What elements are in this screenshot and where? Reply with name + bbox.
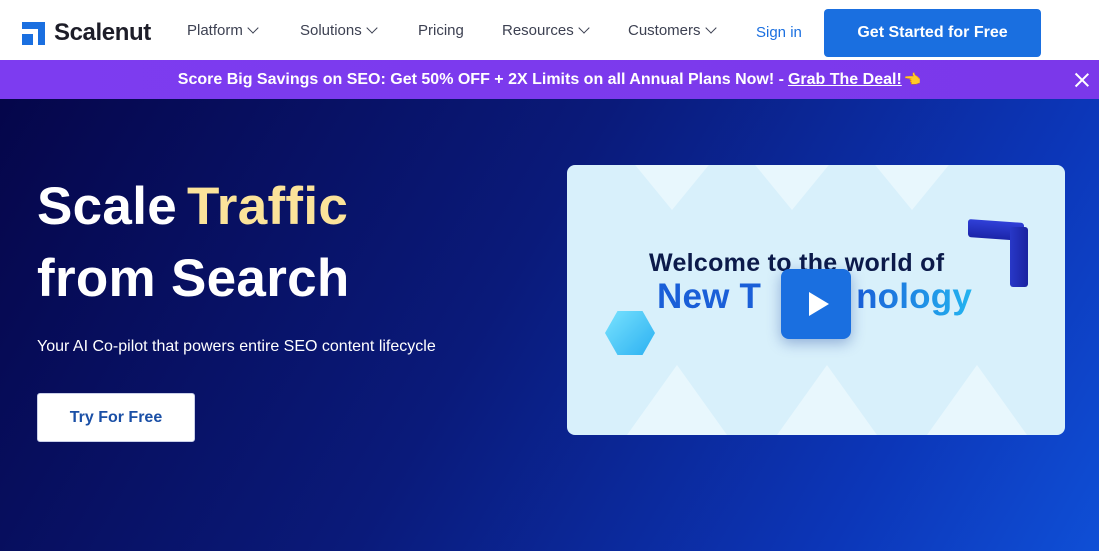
play-button[interactable] (781, 269, 851, 339)
nav-item-pricing[interactable]: Pricing (418, 22, 464, 39)
nav-item-label: Resources (502, 21, 574, 39)
scalenut-logo-icon (22, 21, 45, 45)
promo-text: Score Big Savings on SEO: Get 50% OFF + … (177, 70, 784, 88)
brand-logo[interactable]: Scalenut (22, 19, 151, 47)
bracket-shape-decoration (968, 219, 1030, 287)
close-icon[interactable] (1074, 72, 1090, 88)
pointing-hand-icon: 👈 (903, 71, 922, 87)
nav-item-resources[interactable]: Resources (502, 21, 590, 39)
hero-section: Scale Traffic from Search Your AI Co-pilo… (0, 99, 1099, 551)
site-header: Scalenut Platform Solutions Pricing Reso… (0, 0, 1099, 60)
chevron-down-icon (247, 21, 259, 34)
nav-item-label: Platform (187, 21, 243, 39)
nav-item-label: Solutions (300, 21, 362, 39)
grab-deal-link[interactable]: Grab The Deal! (788, 71, 902, 89)
nav-item-label: Customers (628, 21, 701, 39)
nav-item-platform[interactable]: Platform (187, 21, 259, 39)
headline-highlight: Traffic (187, 177, 349, 236)
nav-item-label: Pricing (418, 21, 464, 39)
chevron-down-icon (578, 21, 590, 34)
brand-name: Scalenut (54, 19, 151, 46)
hero-headline: Scale Traffic from Search (37, 171, 350, 315)
video-title-part-a: New T (657, 277, 762, 316)
headline-part1: Scale (37, 177, 178, 236)
nav-item-customers[interactable]: Customers (628, 21, 717, 39)
try-for-free-button[interactable]: Try For Free (37, 393, 195, 442)
sign-in-link[interactable]: Sign in (756, 24, 802, 41)
hero-subtitle: Your AI Co-pilot that powers entire SEO … (37, 338, 436, 355)
play-icon (808, 292, 829, 316)
hexagon-cube-decoration (605, 311, 655, 355)
promo-banner: Score Big Savings on SEO: Get 50% OFF + … (0, 60, 1099, 99)
nav-item-solutions[interactable]: Solutions (300, 21, 378, 39)
video-thumbnail[interactable]: Welcome to the world of New Tnology (567, 165, 1065, 435)
chevron-down-icon (366, 21, 378, 34)
chevron-down-icon (704, 21, 717, 34)
video-title-part-b: nology (856, 277, 972, 316)
headline-line2: from Search (37, 249, 350, 308)
get-started-button[interactable]: Get Started for Free (824, 9, 1041, 57)
